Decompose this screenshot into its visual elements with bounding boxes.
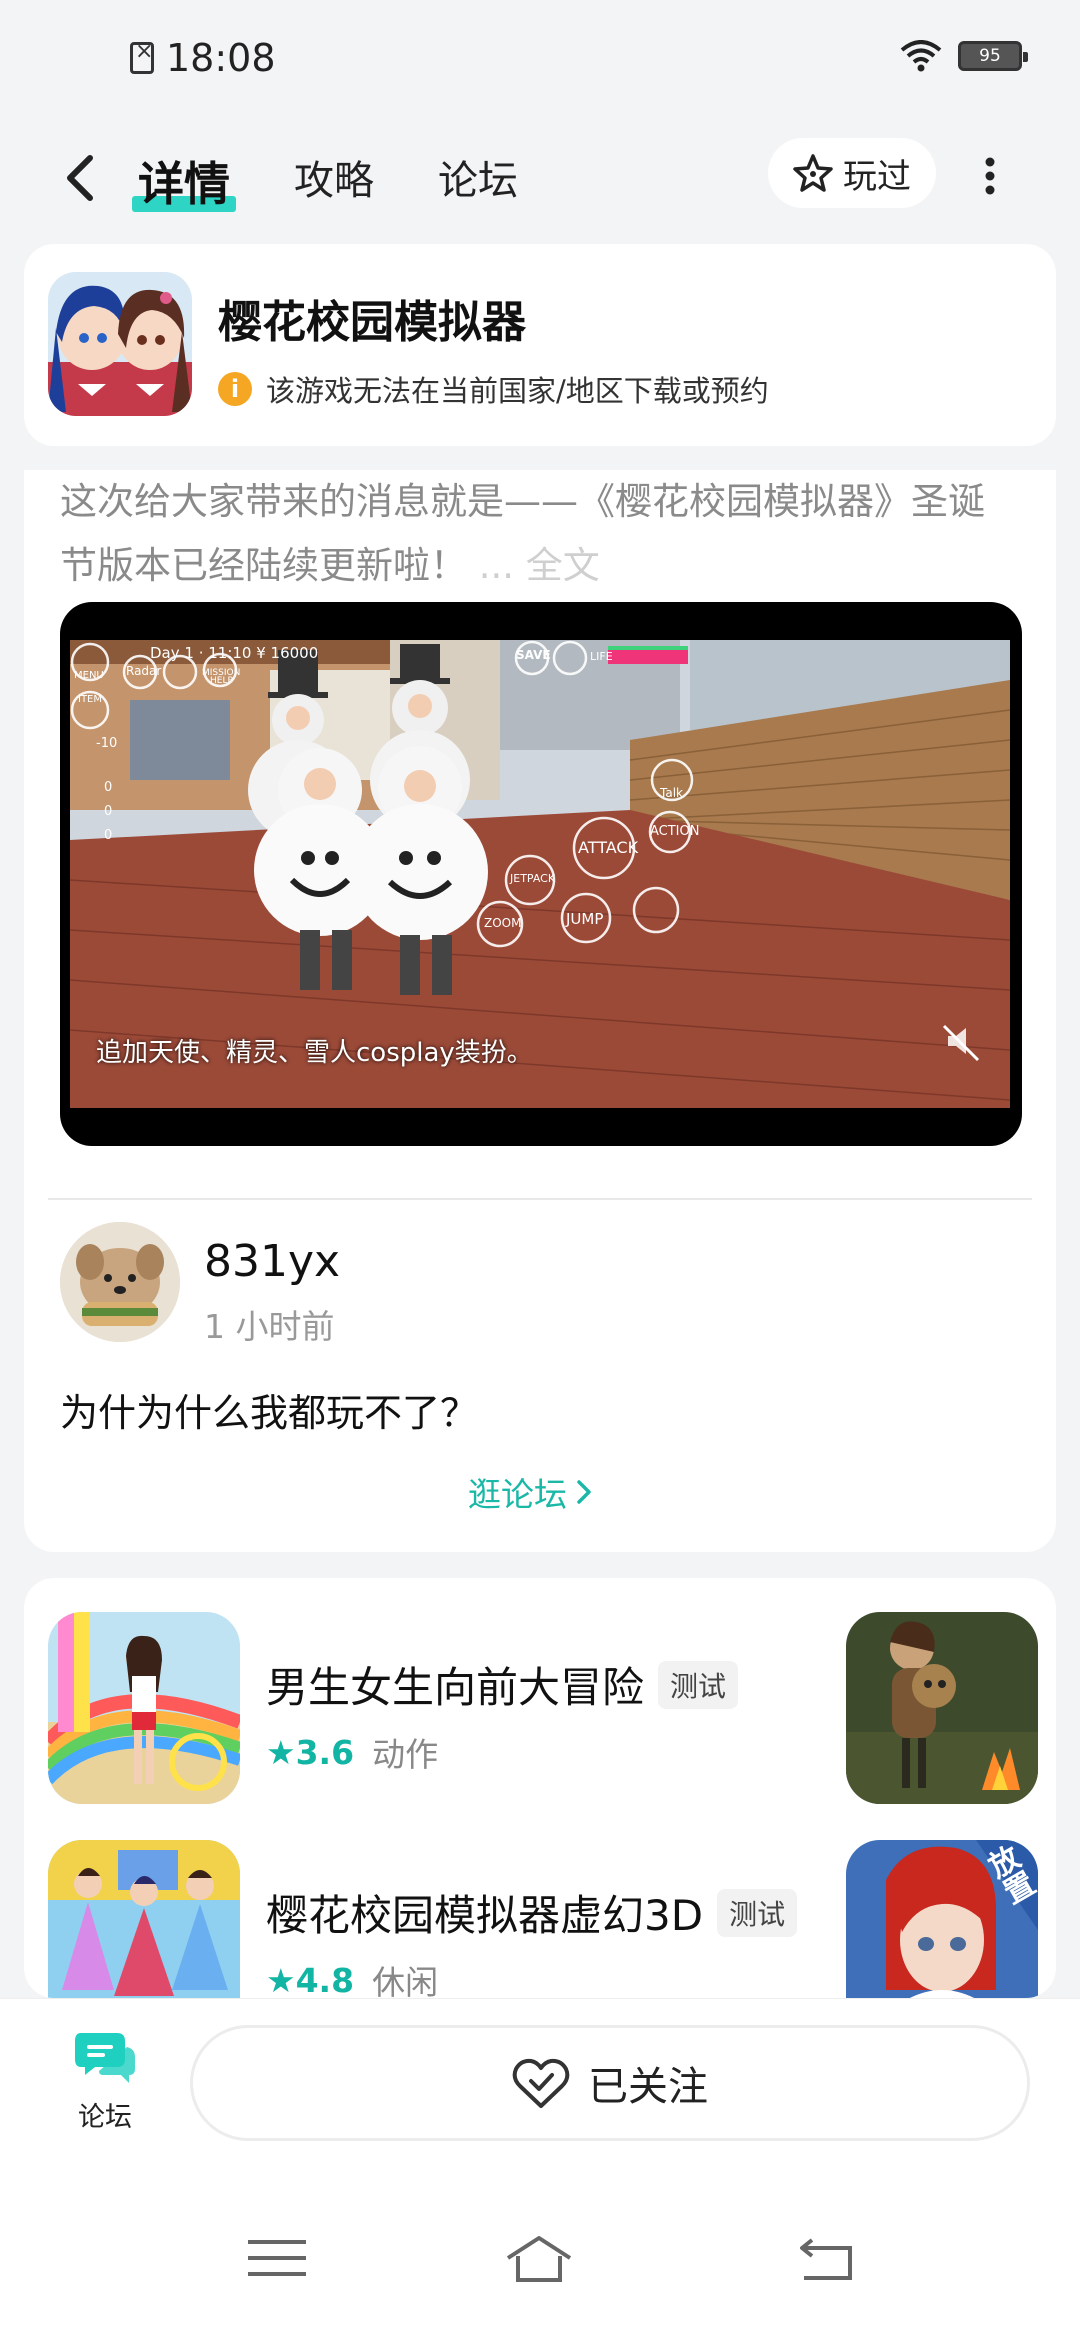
recommendations-card: 男生女生向前大冒险 测试 ★3.6 动作 樱花校园模拟器虚幻3D 测试 ★4.8… [24, 1578, 1056, 1998]
rec-genre: 动作 [372, 1735, 439, 1774]
no-sim-icon [130, 39, 154, 74]
rec-rating-value: 4.8 [295, 1960, 355, 1999]
forum-tab-label: 论坛 [78, 2102, 132, 2133]
forum-tab-button[interactable]: 论坛 [70, 2029, 140, 2134]
hud-help-button: HELP [210, 676, 233, 686]
rec-rating-value: 3.6 [295, 1732, 355, 1772]
rec-thumbnail[interactable] [48, 1612, 240, 1804]
rec-meta: ★3.6 动作 [266, 1728, 438, 1776]
info-warning-icon: i [218, 372, 252, 406]
follow-button[interactable]: 已关注 [190, 2025, 1030, 2141]
played-button[interactable]: 玩过 [768, 138, 936, 208]
hud-minus-text: -10 [96, 736, 118, 751]
played-label: 玩过 [843, 156, 911, 197]
status-right: 95 [900, 40, 1028, 72]
article-excerpt[interactable]: 这次给大家带来的消息就是——《樱花校园模拟器》圣诞节版本已经陆续更新啦！ ...… [60, 470, 1020, 598]
browse-forum-label: 逛论坛 [468, 1475, 567, 1514]
hud-jump-button: JUMP [566, 910, 604, 928]
more-vertical-icon[interactable] [980, 148, 1000, 204]
back-icon[interactable] [790, 2234, 860, 2284]
avatar[interactable] [60, 1222, 180, 1342]
hud-action-button: ACTION [650, 824, 700, 839]
hud-angry-count: 0 [104, 828, 113, 843]
status-left: 18:08 [130, 36, 276, 80]
list-item[interactable]: 男生女生向前大冒险 测试 ★3.6 动作 [24, 1612, 1056, 1812]
comment-time: 1 小时前 [204, 1307, 335, 1346]
heart-check-icon [512, 2058, 570, 2108]
hud-life-label: LIFE [590, 650, 613, 663]
video-frame[interactable]: Day 1 · 11:10 ¥ 16000 SAVE Radar MENU MI… [70, 640, 1010, 1108]
star-outline-icon [793, 154, 833, 192]
game-icon [48, 272, 192, 416]
rec-genre: 休闲 [372, 1963, 439, 1998]
wifi-icon [900, 40, 942, 72]
rec-side-thumbnail[interactable]: 放置 [846, 1840, 1038, 1998]
browse-forum-link[interactable]: 逛论坛 [468, 1468, 593, 1516]
rec-meta: ★4.8 休闲 [266, 1956, 439, 1999]
hud-day-text: Day 1 · 11:10 ¥ 16000 [150, 644, 319, 662]
chevron-right-icon [577, 1480, 591, 1504]
test-badge: 测试 [658, 1660, 739, 1709]
hud-radar-button: Radar [126, 664, 162, 678]
region-warning-text: 该游戏无法在当前国家/地区下载或预约 [266, 374, 769, 408]
rec-name-row: 男生女生向前大冒险 测试 [266, 1654, 739, 1715]
comment-username[interactable]: 831yx [204, 1236, 340, 1287]
rec-side-thumbnail[interactable] [846, 1612, 1038, 1804]
hud-attack-button: ATTACK [578, 838, 639, 857]
article-card: 这次给大家带来的消息就是——《樱花校园模拟器》圣诞节版本已经陆续更新啦！ ...… [24, 470, 1056, 1552]
menu-icon[interactable] [242, 2234, 312, 2284]
comment-text[interactable]: 为什为什么我都玩不了？ [60, 1382, 478, 1437]
status-bar: 18:08 95 [0, 0, 1080, 120]
rec-rating: ★4.8 [266, 1961, 354, 1999]
hud-save-button: SAVE [516, 648, 551, 662]
tab-guide[interactable]: 攻略 [294, 148, 374, 206]
game-title: 樱花校园模拟器 [218, 297, 526, 348]
hud-item-button: ITEM [78, 694, 103, 705]
hud-menu-button: MENU [74, 670, 104, 681]
home-icon[interactable] [504, 2234, 574, 2284]
bottom-action-bar: 论坛 已关注 [0, 1998, 1080, 2178]
rec-title[interactable]: 樱花校园模拟器虚幻3D [266, 1882, 703, 1943]
status-time: 18:08 [166, 36, 276, 80]
rec-name-row: 樱花校园模拟器虚幻3D 测试 [266, 1882, 798, 1943]
hud-talk-button: Talk [660, 786, 683, 800]
read-more-link[interactable]: ... 全文 [479, 544, 600, 587]
tab-forum[interactable]: 论坛 [438, 148, 518, 206]
region-warning: i 该游戏无法在当前国家/地区下载或预约 [218, 368, 769, 410]
mute-icon[interactable] [938, 1018, 984, 1064]
hud-jetpack-button: JETPACK [510, 872, 556, 885]
follow-label: 已关注 [588, 2064, 708, 2110]
test-badge: 测试 [717, 1888, 798, 1937]
hud-heart-count: 0 [104, 780, 113, 795]
rec-thumbnail[interactable] [48, 1840, 240, 1998]
video-caption: 追加天使、精灵、雪人cosplay装扮。 [96, 1038, 533, 1068]
top-nav: 详情 攻略 论坛 玩过 [0, 130, 1080, 230]
hud-zoom-button: ZOOM [484, 916, 522, 930]
section-divider [48, 1198, 1032, 1200]
rec-rating: ★3.6 [266, 1733, 354, 1772]
star-icon: ★ [266, 1960, 296, 1999]
rec-title[interactable]: 男生女生向前大冒险 [266, 1654, 644, 1715]
star-icon: ★ [266, 1732, 296, 1772]
forum-chat-icon [75, 2033, 135, 2083]
video-player[interactable]: Day 1 · 11:10 ¥ 16000 SAVE Radar MENU MI… [60, 602, 1022, 1146]
battery-icon: 95 [958, 41, 1028, 71]
tab-detail[interactable]: 详情 [132, 148, 236, 214]
system-nav-bar [0, 2178, 1080, 2340]
hud-friends-count: 0 [104, 804, 113, 819]
list-item[interactable]: 樱花校园模拟器虚幻3D 测试 ★4.8 休闲 放置 [24, 1840, 1056, 1998]
game-info-card: 樱花校园模拟器 i 该游戏无法在当前国家/地区下载或预约 [24, 244, 1056, 446]
back-arrow-icon[interactable] [56, 148, 106, 208]
